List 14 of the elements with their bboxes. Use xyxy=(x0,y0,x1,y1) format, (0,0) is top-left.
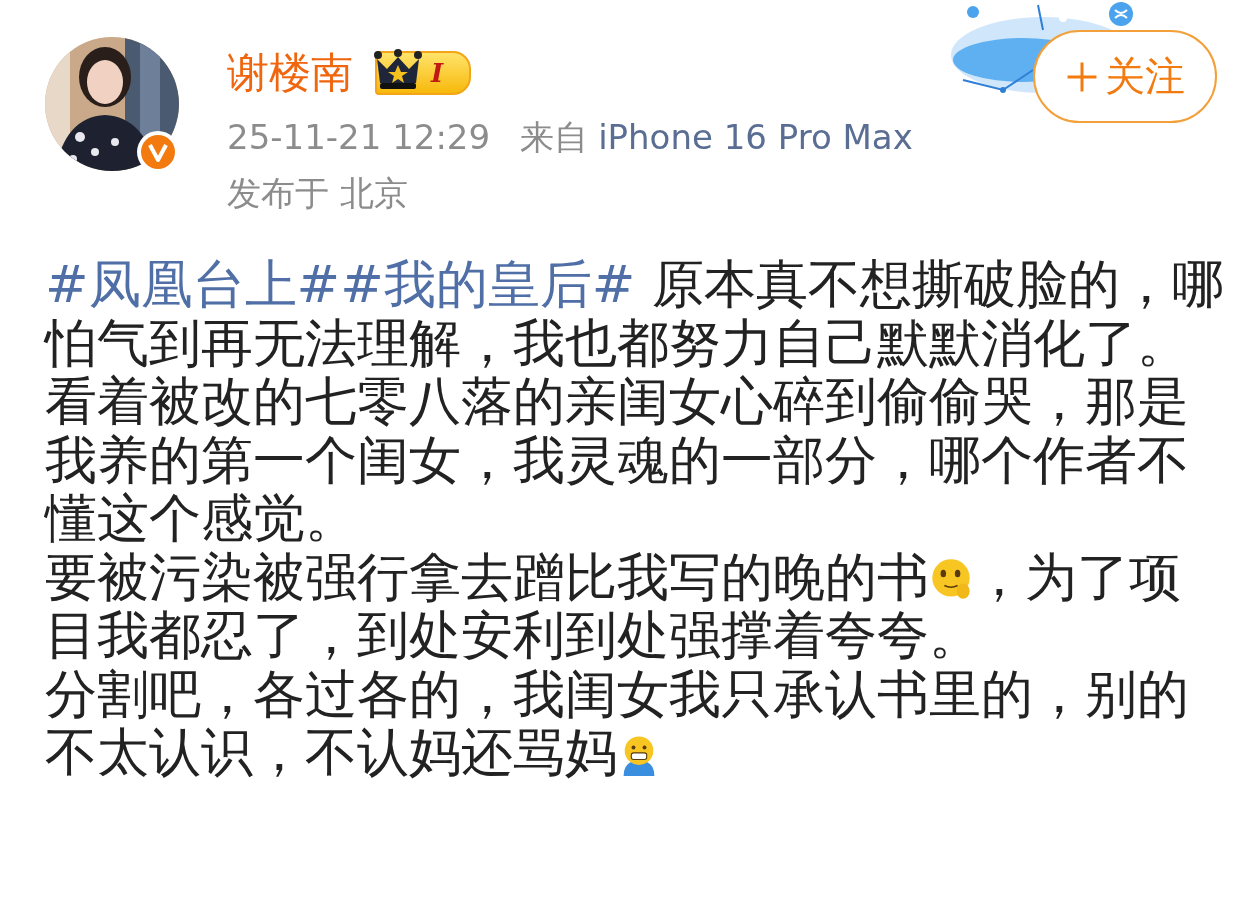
crown-icon xyxy=(373,49,423,91)
follow-button[interactable]: 关注 xyxy=(1033,30,1217,123)
post-text: 要被污染被强行拿去蹭比我写的晚的书 ，为了项目我都忍了，到处安利到处强撑着夸夸。 xyxy=(45,547,1182,665)
smiley-hand-emoji-icon xyxy=(929,556,973,601)
post-location: 发布于 北京 xyxy=(227,172,409,215)
post-text: 分割吧，各过各的，我闺女我只承认书里的，别的不太认识，不认妈还骂妈 xyxy=(45,664,1190,782)
vip-badge: I xyxy=(375,51,472,95)
post-text: #凤凰台上##我的皇后# 原本真不想撕破脸的，哪怕气到再无法理解，我也都努力自己默默消化了。看着被改的七零八落的亲闺女心碎到偷偷哭，那是我养的第一个闺女，我灵魂的一部分，哪个作者不懂这个感觉。 xyxy=(45,255,1225,548)
user-name[interactable]: 谢楼南 xyxy=(227,45,353,101)
source-label: 来自 xyxy=(520,117,589,157)
source-device: iPhone 16 Pro Max xyxy=(598,117,913,157)
post-time: 25-11-21 12:29 xyxy=(227,117,491,157)
topic-link[interactable]: #我的皇后# xyxy=(340,254,636,314)
topic-link[interactable]: #凤凰台上# xyxy=(45,254,341,314)
